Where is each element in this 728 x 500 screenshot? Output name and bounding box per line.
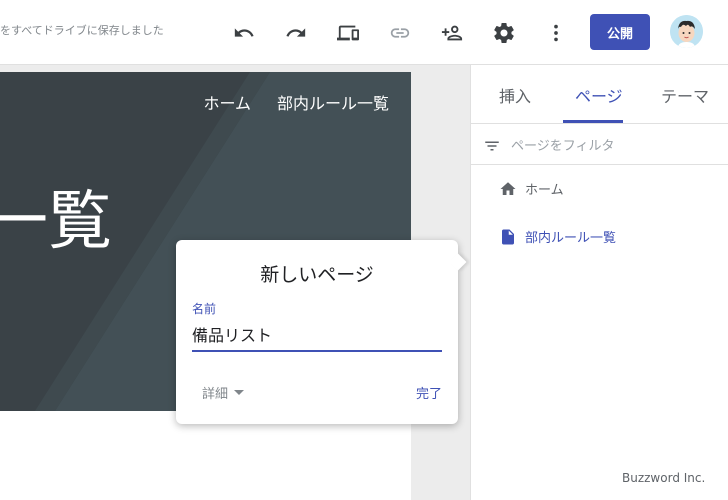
details-toggle[interactable]: 詳細 bbox=[202, 383, 245, 402]
page-list-label: ホーム bbox=[525, 183, 564, 198]
page-name-input[interactable] bbox=[192, 322, 442, 352]
top-toolbar: をすべてドライブに保存しました 公開 bbox=[0, 0, 728, 65]
more-vert-icon[interactable] bbox=[543, 20, 569, 46]
avatar[interactable] bbox=[670, 15, 703, 48]
person-add-icon[interactable] bbox=[439, 20, 465, 46]
link-icon[interactable] bbox=[387, 20, 413, 46]
publish-button[interactable]: 公開 bbox=[590, 14, 650, 50]
devices-preview-icon[interactable] bbox=[335, 20, 361, 46]
site-nav-rules[interactable]: 部内ルール一覧 bbox=[277, 90, 389, 114]
filter-icon bbox=[485, 141, 499, 151]
page-list-item-rules[interactable]: 部内ルール一覧 bbox=[499, 227, 616, 246]
redo-icon[interactable] bbox=[283, 20, 309, 46]
active-tab-indicator bbox=[563, 120, 623, 123]
undo-icon[interactable] bbox=[231, 20, 257, 46]
name-field-label: 名前 bbox=[192, 302, 217, 316]
tab-themes[interactable]: テーマ bbox=[661, 83, 709, 107]
site-nav: ホーム 部内ルール一覧 bbox=[203, 90, 389, 114]
page-list-label: 部内ルール一覧 bbox=[525, 231, 617, 246]
tab-insert[interactable]: 挿入 bbox=[499, 83, 531, 107]
document-icon bbox=[502, 229, 514, 244]
done-button[interactable]: 完了 bbox=[416, 383, 442, 402]
watermark-text: Buzzword Inc. bbox=[622, 471, 706, 485]
panel-tabs: 挿入 ページ テーマ bbox=[471, 65, 728, 124]
side-panel: 挿入 ページ テーマ ホーム 部内ルール一覧 bbox=[470, 65, 728, 500]
gear-icon[interactable] bbox=[491, 20, 517, 46]
page-filter bbox=[471, 125, 728, 165]
home-icon bbox=[500, 181, 516, 195]
hero-title: ー一覧 bbox=[0, 185, 112, 259]
page-list-item-home[interactable]: ホーム bbox=[499, 179, 564, 198]
page-filter-input[interactable] bbox=[511, 136, 711, 156]
dialog-title: 新しいページ bbox=[260, 264, 374, 286]
details-label: 詳細 bbox=[202, 387, 229, 402]
save-status-text: をすべてドライブに保存しました bbox=[0, 24, 164, 37]
chevron-down-icon bbox=[234, 390, 245, 395]
new-page-dialog: 新しいページ 名前 詳細 完了 bbox=[176, 240, 467, 424]
tab-pages[interactable]: ページ bbox=[575, 83, 623, 107]
site-nav-home[interactable]: ホーム bbox=[203, 90, 251, 114]
